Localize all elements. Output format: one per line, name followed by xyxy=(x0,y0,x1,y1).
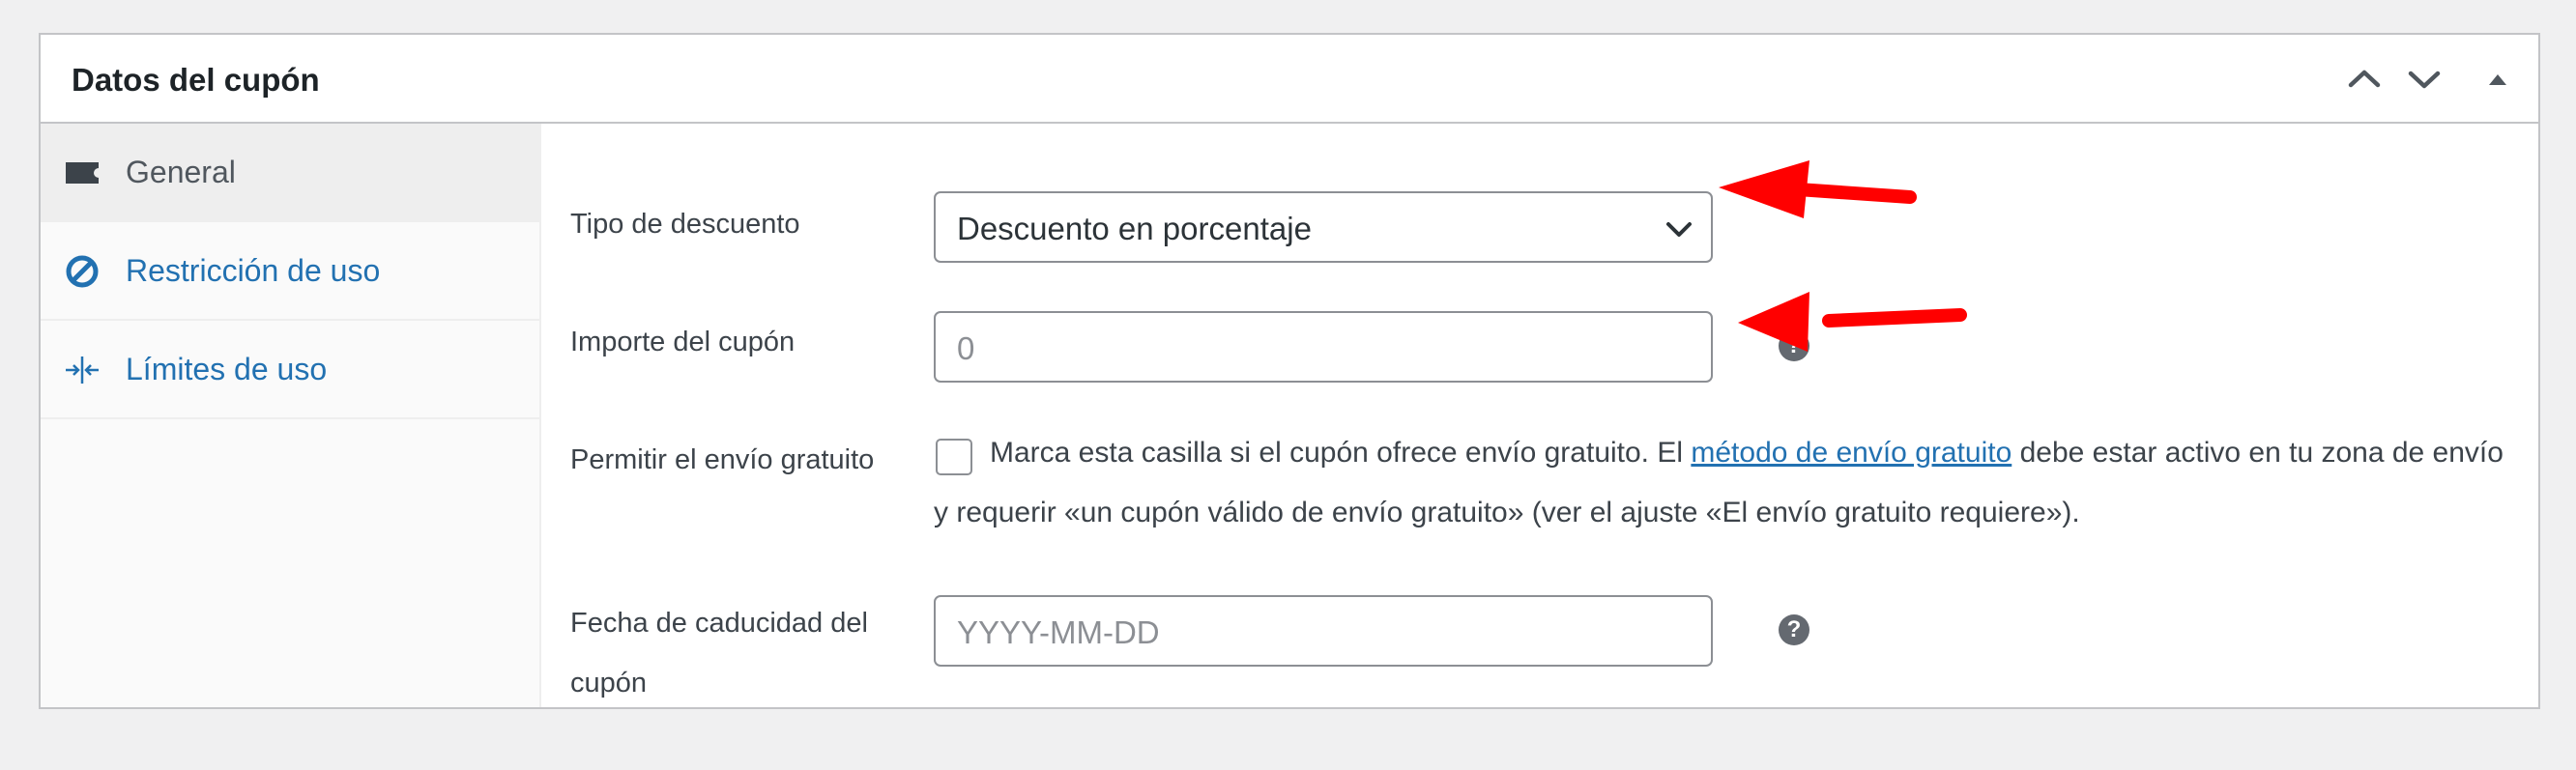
arrows-in-icon xyxy=(64,352,101,388)
annotation-arrow xyxy=(1719,160,1917,218)
no-entry-icon xyxy=(64,253,101,290)
annotation-arrow xyxy=(1738,292,1967,352)
expiry-date-input[interactable]: YYYY-MM-DD xyxy=(934,595,1713,667)
expiry-date-label: Fecha de caducidad del cupón xyxy=(570,593,868,713)
tab-usage-limits[interactable]: Límites de uso xyxy=(41,321,539,419)
discount-type-label: Tipo de descuento xyxy=(570,209,800,240)
general-panel: Tipo de descuento Descuento en porcentaj… xyxy=(541,124,2538,707)
expiry-date-placeholder: YYYY-MM-DD xyxy=(957,614,1160,650)
description-text: Marca esta casilla si el cupón ofrece en… xyxy=(990,437,1692,469)
coupon-data-panel: Datos del cupón General Restricción de u… xyxy=(39,33,2540,709)
discount-type-value: Descuento en porcentaje xyxy=(957,211,1312,246)
panel-title: Datos del cupón xyxy=(72,62,320,98)
free-shipping-description: Marca esta casilla si el cupón ofrece en… xyxy=(934,423,2519,543)
tab-general[interactable]: General xyxy=(41,124,539,222)
tab-label: Límites de uso xyxy=(126,352,328,386)
chevron-down-icon xyxy=(1663,213,1695,245)
expiry-date-label-line1: Fecha de caducidad del xyxy=(570,608,868,639)
discount-type-select[interactable]: Descuento en porcentaje xyxy=(934,191,1713,263)
coupon-amount-label: Importe del cupón xyxy=(570,327,796,357)
free-shipping-label: Permitir el envío gratuito xyxy=(570,444,875,475)
triangle-up-icon[interactable] xyxy=(2478,60,2517,99)
expiry-date-label-line2: cupón xyxy=(570,668,648,699)
tab-usage-restriction[interactable]: Restricción de uso xyxy=(41,222,539,321)
coupon-amount-input[interactable]: 0 xyxy=(934,311,1713,383)
coupon-amount-value: 0 xyxy=(957,330,975,366)
sidebar-tabs: General Restricción de uso Límites de us… xyxy=(41,124,541,707)
help-icon[interactable]: ? xyxy=(1779,614,1809,645)
tab-label: Restricción de uso xyxy=(126,253,381,288)
ticket-icon xyxy=(64,155,101,191)
chevron-down-icon[interactable] xyxy=(2405,60,2444,99)
free-shipping-method-link[interactable]: método de envío gratuito xyxy=(1691,437,2012,469)
chevron-up-icon[interactable] xyxy=(2345,60,2384,99)
tab-label: General xyxy=(126,155,236,189)
panel-header: Datos del cupón xyxy=(41,35,2538,124)
